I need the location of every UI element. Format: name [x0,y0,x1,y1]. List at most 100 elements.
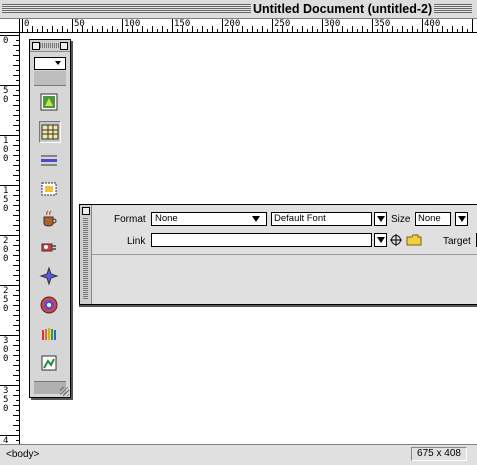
insert-shockwave-button[interactable] [39,295,61,317]
ruler-tick [167,29,168,32]
ruler-tick [287,29,288,32]
ruler-tick [307,29,308,32]
insert-image-button[interactable] [39,92,61,114]
ruler-label: 350 [374,19,391,29]
ruler-origin[interactable] [0,19,20,33]
chevron-down-icon [252,216,260,222]
ruler-label: 4 [3,436,9,445]
ruler-tick [97,29,98,32]
ruler-tick [16,170,19,171]
tag-selector-body[interactable]: <body> [6,449,39,460]
size-select[interactable]: None [415,212,451,226]
ruler-label: 200 [224,19,241,29]
insert-horizontal-rule-button[interactable] [39,150,61,172]
ruler-tick [412,26,413,32]
insert-flash-button[interactable] [39,324,61,346]
ruler-tick [16,90,19,91]
palette-zoom-box[interactable] [60,42,68,50]
insert-activex-button[interactable] [39,266,61,288]
ruler-tick [13,325,19,326]
ruler-tick [467,29,468,32]
window-title: Untitled Document (untitled-2) [251,1,435,17]
ruler-tick [387,29,388,32]
insert-table-button[interactable] [39,121,61,143]
ruler-tick [16,50,19,51]
ruler-tick [13,55,19,56]
ruler-tick [437,29,438,32]
palette-resize-grip[interactable] [60,387,69,396]
java-applet-icon [43,210,57,227]
ruler-tick [16,420,19,421]
object-category-select[interactable] [34,57,66,70]
ruler-tick [13,345,19,346]
format-select[interactable]: None [151,212,267,226]
ruler-tick [162,26,163,32]
window-size-popup[interactable]: 675 x 408 [411,447,467,461]
ruler-tick [16,120,19,121]
palette-close-box[interactable] [82,207,90,215]
size-dropdown-button[interactable] [455,212,468,226]
horizontal-ruler[interactable]: 0 50 100 150 200 250 300 350 400 [20,19,477,33]
font-dropdown-button[interactable] [374,212,387,226]
ruler-tick [422,19,423,32]
title-bar[interactable]: Untitled Document (untitled-2) [0,0,477,19]
insert-applet-button[interactable] [39,208,61,230]
ruler-label: 50 [74,19,85,29]
palette-drag-grip[interactable] [83,218,88,300]
ruler-tick [16,280,19,281]
point-to-file-button[interactable] [390,234,402,246]
ruler-tick [16,290,19,291]
ruler-tick [362,26,363,32]
point-to-file-icon [390,234,402,246]
ruler-tick [472,19,473,32]
ruler-tick [16,230,19,231]
ruler-tick [302,26,303,32]
property-inspector: Format None Default Font Size None Link … [79,204,477,305]
ruler-tick [16,410,19,411]
insert-generator-button[interactable] [39,353,61,375]
horizontal-rule-icon [41,155,57,166]
link-input[interactable] [151,233,372,247]
palette-drag-grip[interactable] [40,43,60,48]
size-label: Size [391,214,411,225]
generator-icon [41,355,57,371]
ruler-tick [212,26,213,32]
ruler-tick [16,150,19,151]
ruler-tick [16,430,19,431]
ruler-label: 1 5 0 [3,186,9,214]
ruler-tick [102,26,103,32]
ruler-tick [22,19,23,32]
shockwave-icon [40,296,58,314]
ruler-tick [16,210,19,211]
palette-close-box[interactable] [32,42,40,50]
font-select[interactable]: Default Font [271,212,372,226]
objects-palette-titlebar[interactable] [30,40,70,52]
ruler-tick [447,29,448,32]
ruler-tick [16,140,19,141]
ruler-tick [177,29,178,32]
ruler-tick [267,29,268,32]
browse-folder-button[interactable] [406,234,422,246]
ruler-tick [72,19,73,32]
ruler-label: 3 5 0 [3,386,9,414]
ruler-tick [16,330,19,331]
ruler-tick [16,180,19,181]
vertical-ruler[interactable]: 0 5 0 1 0 0 1 5 0 2 0 0 2 5 0 3 0 0 3 5 0 4 [0,33,20,444]
insert-layer-button[interactable] [39,179,61,201]
ruler-tick [312,26,313,32]
ruler-tick [192,26,193,32]
ruler-tick [67,29,68,32]
ruler-tick [272,19,273,32]
ruler-tick [207,29,208,32]
ruler-tick [16,250,19,251]
ruler-tick [13,195,19,196]
ruler-tick [16,80,19,81]
ruler-tick [137,29,138,32]
ruler-tick [16,70,19,71]
ruler-tick [187,29,188,32]
insert-plugin-button[interactable] [39,237,61,259]
chevron-down-icon [377,216,385,222]
ruler-tick [13,375,19,376]
link-dropdown-button[interactable] [374,233,387,247]
ruler-label: 1 0 0 [3,136,9,164]
